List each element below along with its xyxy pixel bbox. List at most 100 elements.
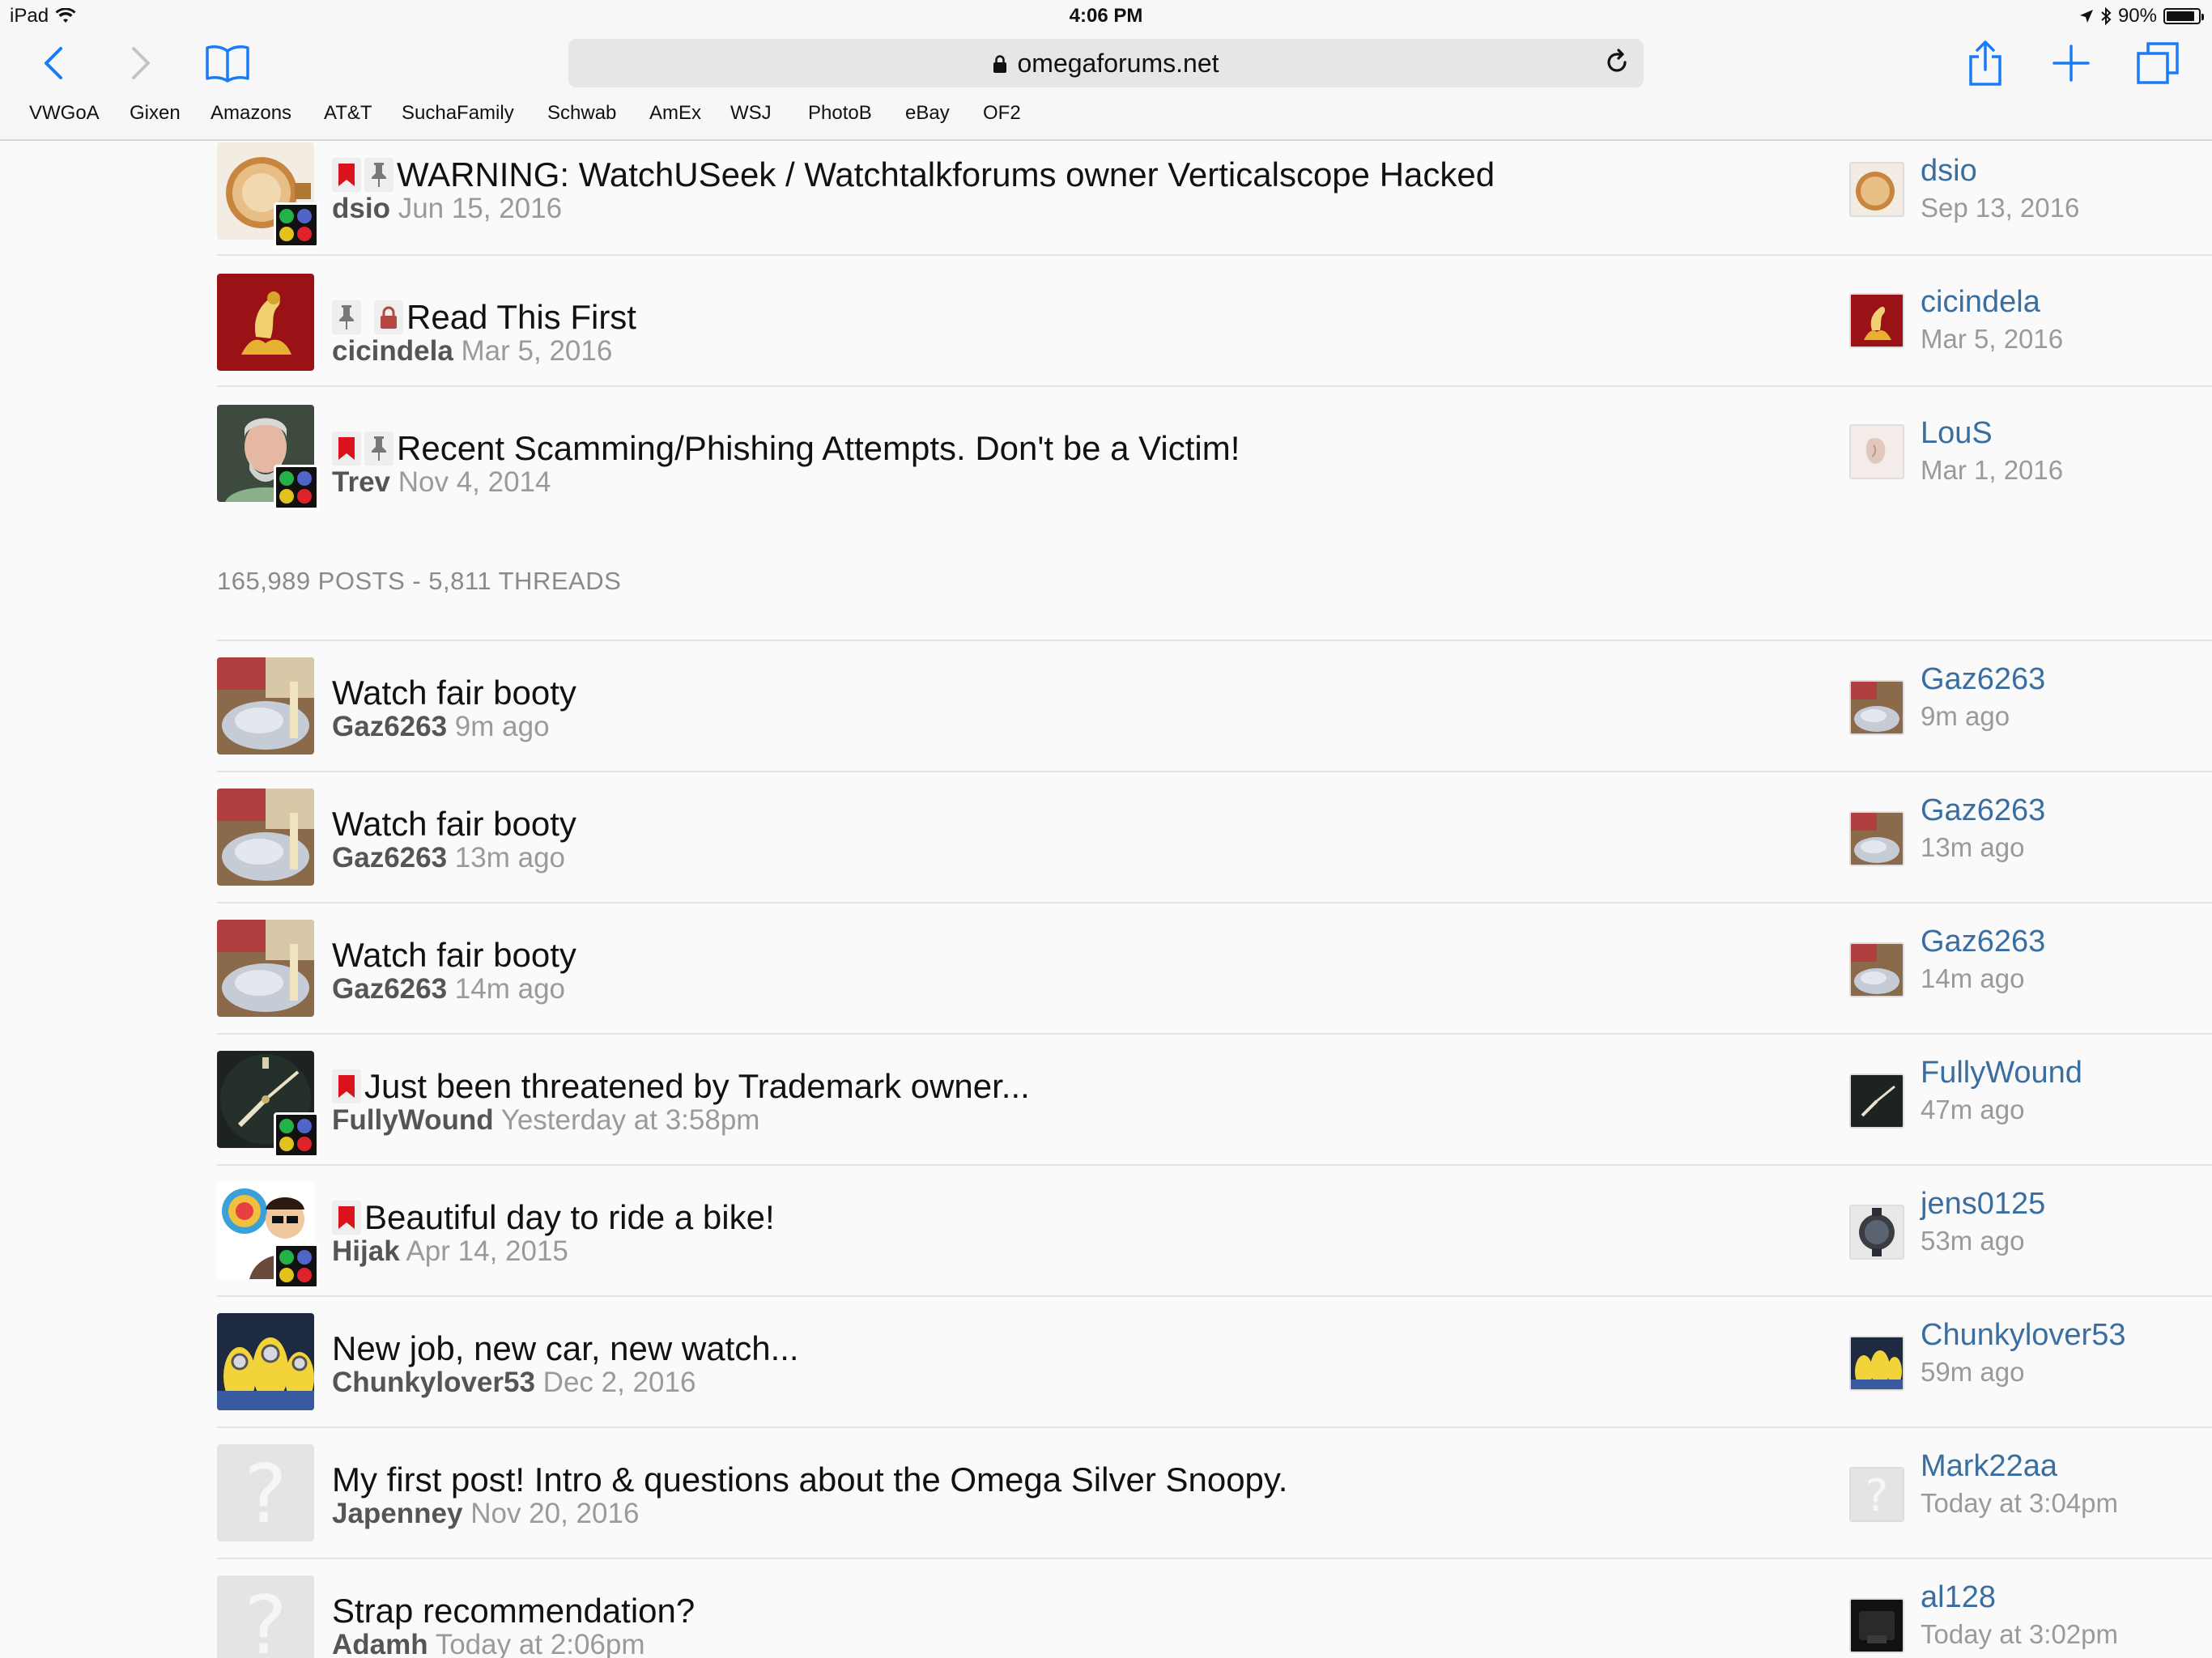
favorite-suchafamily[interactable]: SuchaFamily	[402, 102, 514, 125]
favorite-amazons[interactable]: Amazons	[211, 102, 291, 125]
bookmarks-button[interactable]	[202, 39, 253, 87]
last-post-date: Mar 5, 2016	[1921, 324, 2064, 354]
last-poster-name[interactable]: cicindela	[1921, 285, 2040, 320]
thread-author[interactable]: Gaz6263	[332, 711, 447, 742]
last-poster-avatar[interactable]: ?	[1849, 1467, 1904, 1522]
thread-title[interactable]: Watch fair booty	[332, 936, 576, 975]
thread-author[interactable]: Trev	[332, 466, 390, 498]
thread-date: Today at 2:06pm	[435, 1629, 645, 1658]
author-avatar[interactable]	[217, 274, 314, 371]
author-avatar[interactable]: ?	[217, 1575, 314, 1658]
sticky-thread-row[interactable]: WARNING: WatchUSeek / Watchtalkforums ow…	[217, 141, 2212, 256]
last-poster-name[interactable]: al128	[1921, 1580, 1996, 1615]
thread-title[interactable]: Recent Scamming/Phishing Attempts. Don't…	[397, 429, 1240, 468]
last-poster-avatar[interactable]	[1849, 293, 1904, 348]
favorite-att[interactable]: AT&T	[324, 102, 372, 125]
thread-title[interactable]: Watch fair booty	[332, 805, 576, 844]
thread-date: Nov 4, 2014	[398, 466, 551, 498]
sticky-thread-row[interactable]: Recent Scamming/Phishing Attempts. Don't…	[217, 387, 2212, 518]
author-avatar[interactable]: ?	[217, 1444, 314, 1541]
thread-title[interactable]: Read This First	[406, 298, 636, 337]
bluetooth-icon	[2101, 7, 2112, 25]
last-post-date: Sep 13, 2016	[1921, 193, 2080, 223]
thread-row[interactable]: Beautiful day to ride a bike! Hijak Apr …	[217, 1166, 2212, 1297]
thread-row[interactable]: ? My first post! Intro & questions about…	[217, 1428, 2212, 1559]
battery-icon	[2163, 8, 2204, 24]
author-avatar[interactable]	[217, 1313, 314, 1410]
thread-title[interactable]: My first post! Intro & questions about t…	[332, 1460, 1287, 1499]
last-poster-name[interactable]: Gaz6263	[1921, 925, 2045, 959]
last-poster-avatar[interactable]	[1849, 942, 1904, 997]
thread-row[interactable]: New job, new car, new watch... Chunkylov…	[217, 1297, 2212, 1428]
thread-row[interactable]: Just been threatened by Trademark owner.…	[217, 1035, 2212, 1166]
last-poster-avatar[interactable]	[1849, 424, 1904, 479]
favorite-wsj[interactable]: WSJ	[730, 102, 772, 125]
last-poster-avatar[interactable]	[1849, 162, 1904, 217]
location-arrow-icon	[2079, 10, 2093, 23]
last-poster-avatar[interactable]	[1849, 1073, 1904, 1129]
last-poster-name[interactable]: Chunkylover53	[1921, 1318, 2125, 1353]
last-poster-name[interactable]: LouS	[1921, 416, 1993, 451]
last-post-date: Today at 3:04pm	[1921, 1488, 2118, 1518]
thread-author[interactable]: FullyWound	[332, 1104, 494, 1136]
member-badge-icon	[274, 202, 319, 248]
thread-title[interactable]: WARNING: WatchUSeek / Watchtalkforums ow…	[397, 155, 1495, 194]
last-poster-name[interactable]: Gaz6263	[1921, 793, 2045, 828]
share-button[interactable]	[1966, 37, 2005, 89]
last-poster-name[interactable]: dsio	[1921, 154, 1977, 189]
back-button[interactable]	[37, 40, 70, 86]
last-post-date: 9m ago	[1921, 701, 2010, 731]
thread-author[interactable]: dsio	[332, 193, 390, 224]
author-avatar[interactable]	[217, 920, 314, 1017]
thread-author[interactable]: Gaz6263	[332, 842, 447, 874]
thread-title[interactable]: Just been threatened by Trademark owner.…	[364, 1067, 1030, 1106]
status-bar: iPad 4:06 PM 90%	[0, 0, 2212, 34]
thread-row[interactable]: Watch fair booty Gaz6263 13m ago Gaz6263…	[217, 772, 2212, 903]
battery-percent: 90%	[2117, 5, 2157, 27]
last-poster-name[interactable]: Gaz6263	[1921, 662, 2045, 697]
last-poster-avatar[interactable]	[1849, 1598, 1904, 1653]
thread-date: 9m ago	[454, 711, 550, 742]
thread-title[interactable]: Watch fair booty	[332, 674, 576, 712]
thread-author[interactable]: cicindela	[332, 335, 453, 367]
last-post-date: 13m ago	[1921, 832, 2025, 862]
thread-author[interactable]: Adamh	[332, 1629, 428, 1658]
thread-author[interactable]: Japenney	[332, 1498, 462, 1529]
svg-text:?: ?	[244, 1578, 287, 1658]
thread-row[interactable]: ? Strap recommendation? Adamh Today at 2…	[217, 1559, 2212, 1658]
last-poster-name[interactable]: Mark22aa	[1921, 1449, 2057, 1484]
last-post-date: 59m ago	[1921, 1357, 2025, 1387]
last-poster-name[interactable]: FullyWound	[1921, 1056, 2082, 1090]
thread-author[interactable]: Hijak	[332, 1235, 400, 1267]
forward-button[interactable]	[125, 40, 157, 86]
author-avatar[interactable]	[217, 789, 314, 886]
thread-author[interactable]: Gaz6263	[332, 973, 447, 1005]
member-badge-icon	[274, 465, 319, 510]
thread-date: 14m ago	[454, 973, 566, 1005]
last-poster-avatar[interactable]	[1849, 680, 1904, 735]
thread-title[interactable]: Strap recommendation?	[332, 1592, 695, 1630]
favorite-schwab[interactable]: Schwab	[547, 102, 616, 125]
last-poster-avatar[interactable]	[1849, 1205, 1904, 1260]
favorite-amex[interactable]: AmEx	[649, 102, 701, 125]
favorite-ebay[interactable]: eBay	[905, 102, 950, 125]
reload-button[interactable]	[1603, 49, 1631, 80]
favorite-of2[interactable]: OF2	[983, 102, 1021, 125]
thread-title[interactable]: New job, new car, new watch...	[332, 1329, 799, 1368]
url-text: omegaforums.net	[1017, 49, 1219, 78]
last-poster-avatar[interactable]	[1849, 811, 1904, 866]
favorite-photob[interactable]: PhotoB	[808, 102, 872, 125]
author-avatar[interactable]	[217, 657, 314, 755]
thread-title[interactable]: Beautiful day to ride a bike!	[364, 1198, 775, 1237]
new-tab-button[interactable]	[2050, 40, 2092, 86]
last-poster-name[interactable]: jens0125	[1921, 1187, 2045, 1222]
thread-row[interactable]: Watch fair booty Gaz6263 9m ago Gaz6263 …	[217, 641, 2212, 772]
favorite-vwgoa[interactable]: VWGoA	[29, 102, 100, 125]
address-bar[interactable]: omegaforums.net	[568, 39, 1644, 87]
last-poster-avatar[interactable]	[1849, 1336, 1904, 1391]
thread-row[interactable]: Watch fair booty Gaz6263 14m ago Gaz6263…	[217, 903, 2212, 1035]
tabs-button[interactable]	[2136, 40, 2180, 86]
sticky-thread-row[interactable]: Read This First cicindela Mar 5, 2016 ci…	[217, 256, 2212, 387]
favorite-gixen[interactable]: Gixen	[130, 102, 181, 125]
thread-author[interactable]: Chunkylover53	[332, 1367, 535, 1398]
